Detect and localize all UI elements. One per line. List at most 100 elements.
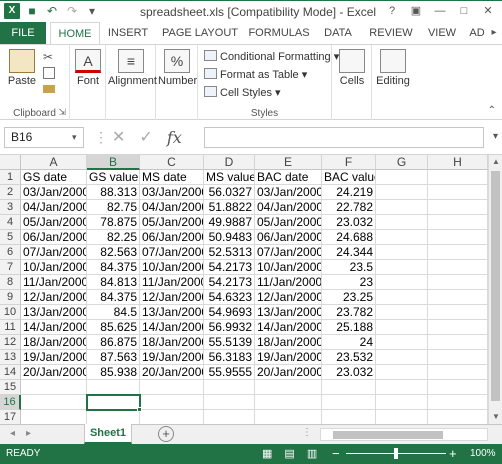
tab-page-layout[interactable]: PAGE LAYOUT: [158, 22, 242, 44]
tab-file[interactable]: FILE: [0, 22, 46, 44]
cell-d12[interactable]: 55.5139: [204, 335, 255, 350]
tab-review[interactable]: REVIEW: [364, 22, 418, 44]
cell-g15[interactable]: [376, 380, 428, 395]
cell-g14[interactable]: [376, 365, 428, 380]
cell-h2[interactable]: [428, 185, 488, 200]
cell-g12[interactable]: [376, 335, 428, 350]
cell-e15[interactable]: [255, 380, 322, 395]
cell-h7[interactable]: [428, 260, 488, 275]
insert-function-icon[interactable]: fx: [167, 127, 182, 148]
row-header-11[interactable]: 11: [0, 320, 21, 335]
tab-view[interactable]: VIEW: [424, 22, 460, 44]
tab-add-ins[interactable]: AD: [466, 22, 488, 44]
horizontal-scroll-thumb[interactable]: [333, 431, 443, 439]
cell-f4[interactable]: 23.032: [322, 215, 376, 230]
cell-d17[interactable]: [204, 410, 255, 424]
cell-e12[interactable]: 18/Jan/2000: [255, 335, 322, 350]
cell-f6[interactable]: 24.344: [322, 245, 376, 260]
cell-h5[interactable]: [428, 230, 488, 245]
cell-f17[interactable]: [322, 410, 376, 424]
column-header-h[interactable]: H: [428, 155, 488, 170]
normal-view-icon[interactable]: ▦: [262, 447, 272, 460]
tab-formulas[interactable]: FORMULAS: [246, 22, 312, 44]
cell-b1[interactable]: GS value: [87, 170, 140, 185]
cell-g11[interactable]: [376, 320, 428, 335]
cell-c1[interactable]: MS date: [140, 170, 204, 185]
cell-f7[interactable]: 23.5: [322, 260, 376, 275]
cell-c5[interactable]: 06/Jan/2000: [140, 230, 204, 245]
name-box-dropdown-icon[interactable]: ▾: [72, 127, 77, 148]
format-painter-icon[interactable]: [43, 85, 55, 93]
cell-e13[interactable]: 19/Jan/2000: [255, 350, 322, 365]
sheet-prev-icon[interactable]: ◂: [10, 428, 15, 439]
row-header-12[interactable]: 12: [0, 335, 21, 350]
editing-button[interactable]: Editing: [374, 49, 412, 87]
cell-b15[interactable]: [87, 380, 140, 395]
row-header-14[interactable]: 14: [0, 365, 21, 380]
cell-c8[interactable]: 11/Jan/2000: [140, 275, 204, 290]
cell-f1[interactable]: BAC value: [322, 170, 376, 185]
cell-f9[interactable]: 23.25: [322, 290, 376, 305]
column-header-d[interactable]: D: [204, 155, 255, 170]
cell-a6[interactable]: 07/Jan/2000: [21, 245, 87, 260]
sheet-next-icon[interactable]: ▸: [26, 428, 31, 439]
cell-c10[interactable]: 13/Jan/2000: [140, 305, 204, 320]
cell-a7[interactable]: 10/Jan/2000: [21, 260, 87, 275]
zoom-out-button[interactable]: −: [332, 446, 340, 461]
cell-b7[interactable]: 84.375: [87, 260, 140, 275]
cell-b10[interactable]: 84.5: [87, 305, 140, 320]
row-header-8[interactable]: 8: [0, 275, 21, 290]
cell-b5[interactable]: 82.25: [87, 230, 140, 245]
cell-a11[interactable]: 14/Jan/2000: [21, 320, 87, 335]
row-header-13[interactable]: 13: [0, 350, 21, 365]
cell-f15[interactable]: [322, 380, 376, 395]
font-button[interactable]: A Font: [74, 49, 102, 87]
cell-h1[interactable]: [428, 170, 488, 185]
row-header-2[interactable]: 2: [0, 185, 21, 200]
cell-d16[interactable]: [204, 395, 255, 410]
cell-d1[interactable]: MS value: [204, 170, 255, 185]
cell-a4[interactable]: 05/Jan/2000: [21, 215, 87, 230]
cell-a8[interactable]: 11/Jan/2000: [21, 275, 87, 290]
collapse-ribbon-icon[interactable]: ⌃: [488, 105, 496, 116]
cell-f3[interactable]: 22.782: [322, 200, 376, 215]
cell-b14[interactable]: 85.938: [87, 365, 140, 380]
cell-g2[interactable]: [376, 185, 428, 200]
cell-e10[interactable]: 13/Jan/2000: [255, 305, 322, 320]
cell-e9[interactable]: 12/Jan/2000: [255, 290, 322, 305]
cell-b6[interactable]: 82.563: [87, 245, 140, 260]
cell-e14[interactable]: 20/Jan/2000: [255, 365, 322, 380]
cell-c16[interactable]: [140, 395, 204, 410]
cell-g3[interactable]: [376, 200, 428, 215]
ribbon-display-button[interactable]: ▣: [404, 1, 428, 21]
cell-g8[interactable]: [376, 275, 428, 290]
cell-d2[interactable]: 56.0327: [204, 185, 255, 200]
cell-f8[interactable]: 23: [322, 275, 376, 290]
tab-data[interactable]: DATA: [318, 22, 358, 44]
cell-e16[interactable]: [255, 395, 322, 410]
cell-b8[interactable]: 84.813: [87, 275, 140, 290]
cell-e8[interactable]: 11/Jan/2000: [255, 275, 322, 290]
cell-e4[interactable]: 05/Jan/2000: [255, 215, 322, 230]
cell-h8[interactable]: [428, 275, 488, 290]
row-header-5[interactable]: 5: [0, 230, 21, 245]
row-header-4[interactable]: 4: [0, 215, 21, 230]
horizontal-scrollbar[interactable]: [320, 428, 488, 441]
cell-e2[interactable]: 03/Jan/2000: [255, 185, 322, 200]
cell-f5[interactable]: 24.688: [322, 230, 376, 245]
cell-g5[interactable]: [376, 230, 428, 245]
cell-d6[interactable]: 52.5313: [204, 245, 255, 260]
cell-h11[interactable]: [428, 320, 488, 335]
cell-b9[interactable]: 84.375: [87, 290, 140, 305]
cell-g1[interactable]: [376, 170, 428, 185]
cell-g7[interactable]: [376, 260, 428, 275]
scroll-up-icon[interactable]: ▲: [489, 155, 502, 169]
cell-h17[interactable]: [428, 410, 488, 424]
cell-g4[interactable]: [376, 215, 428, 230]
cell-d15[interactable]: [204, 380, 255, 395]
cell-e11[interactable]: 14/Jan/2000: [255, 320, 322, 335]
cell-a15[interactable]: [21, 380, 87, 395]
cell-f11[interactable]: 25.188: [322, 320, 376, 335]
cell-e3[interactable]: 04/Jan/2000: [255, 200, 322, 215]
cell-b17[interactable]: [87, 410, 140, 424]
